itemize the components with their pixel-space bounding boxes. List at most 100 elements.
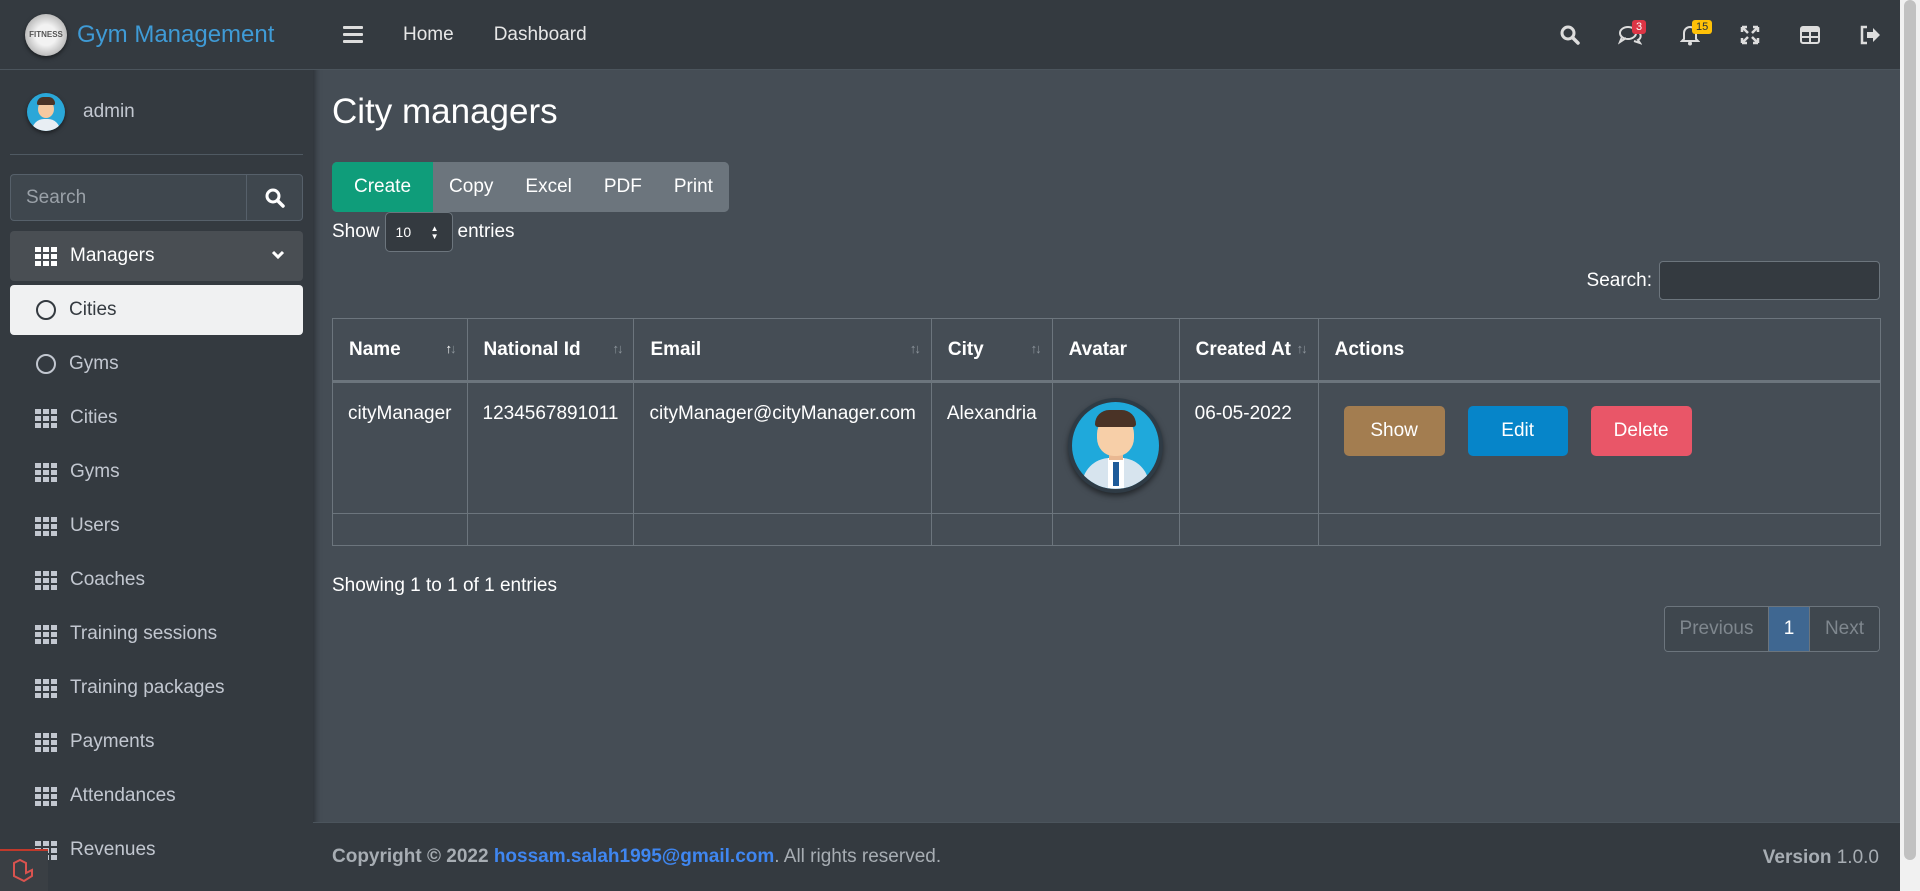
sidebar-item-revenues[interactable]: Revenues [10,825,303,875]
sort-icon: ↑↓ [612,341,623,356]
notifications-badge: 15 [1692,20,1713,34]
laravel-logo-icon [13,858,33,883]
page-scrollbar[interactable] [1900,0,1920,891]
create-button[interactable]: Create [332,162,434,212]
column-header-actions: Actions [1317,318,1882,383]
city-managers-table: Name ↑↓ National Id ↑↓ Email ↑↓ City ↑↓ Avat… [332,318,1882,546]
entries-select-value: 10 [395,224,412,240]
scrollbar-thumb[interactable] [1904,0,1916,860]
grid-icon [35,624,57,644]
sidebar-item-payments[interactable]: Payments [10,717,303,767]
sidebar-search-button[interactable] [246,174,303,221]
menu-toggle-icon[interactable] [343,26,363,43]
laravel-icon[interactable] [0,849,48,891]
comments-icon[interactable]: 3 [1600,0,1660,70]
cell-avatar [1051,381,1180,514]
circle-icon [36,354,56,374]
nav-link-dashboard[interactable]: Dashboard [494,24,587,46]
navbar-icons: 3 15 [1540,0,1900,70]
sidebar-item-label: Cities [70,407,118,428]
sidebar-item-label: Cities [69,299,117,320]
column-header-avatar: Avatar [1051,318,1180,383]
cell-actions: Show Edit Delete [1317,381,1882,514]
column-header-created-at[interactable]: Created At ↑↓ [1178,318,1319,383]
grid-icon [35,678,57,698]
sidebar-item-managers-gyms[interactable]: Gyms [10,339,303,389]
sidebar-search-input[interactable] [10,174,246,221]
sidebar-item-coaches[interactable]: Coaches [10,555,303,605]
edit-button[interactable]: Edit [1467,406,1568,456]
delete-button[interactable]: Delete [1590,406,1692,456]
sidebar-item-training-sessions[interactable]: Training sessions [10,609,303,659]
sidebar-search [10,174,303,221]
footer-version-label: Version [1762,847,1832,868]
user-panel[interactable]: admin [10,70,303,155]
sidebar-item-label: Coaches [70,569,145,590]
datatable-buttons: Create Copy Excel PDF Print [332,162,729,212]
sidebar-item-label: Training sessions [70,623,218,644]
cell-email: cityManager@cityManager.com [633,381,932,514]
table-info: Showing 1 to 1 of 1 entries [332,575,557,596]
sort-asc-icon: ↑↓ [445,341,457,356]
search-icon [265,188,285,208]
brand-title: Gym Management [77,20,275,48]
pdf-button[interactable]: PDF [587,162,658,212]
user-name[interactable]: admin [83,101,135,123]
column-header-city[interactable]: City ↑↓ [930,318,1053,383]
footer-email-link[interactable]: hossam.salah1995@gmail.com [494,846,774,868]
search-icon[interactable] [1540,0,1600,70]
sidebar-item-managers[interactable]: Managers [10,231,303,281]
print-button[interactable]: Print [657,162,729,212]
sort-icon: ↑↓ [1296,341,1308,356]
footer-copyright: Copyright © 2022 [332,846,489,867]
grid-icon [35,732,57,752]
excel-button[interactable]: Excel [509,162,588,212]
layout-icon[interactable] [1780,0,1840,70]
table-header-row: Name ↑↓ National Id ↑↓ Email ↑↓ City ↑↓ Avat… [332,318,1882,383]
entries-select[interactable]: 10 ▲ ▼ [384,212,453,252]
table-search-input[interactable] [1659,261,1880,300]
pagination-previous[interactable]: Previous [1665,607,1769,651]
sidebar-item-users[interactable]: Users [10,501,303,551]
table-row-empty [332,513,1882,546]
pagination-page-1[interactable]: 1 [1769,607,1809,651]
brand-link[interactable]: FITNESS Gym Management [0,0,313,70]
select-arrows-icon: ▲ ▼ [430,224,439,241]
sidebar-item-training-packages[interactable]: Training packages [10,663,303,713]
pagination: Previous 1 Next [1664,606,1880,652]
table-search-label: Search: [1586,269,1652,291]
cell-created-at: 06-05-2022 [1178,381,1319,514]
logout-icon[interactable] [1840,0,1900,70]
footer-version-number: 1.0.0 [1836,847,1879,868]
sidebar-item-managers-cities[interactable]: Cities [10,285,303,335]
chevron-down-icon [271,250,285,260]
column-header-email[interactable]: Email ↑↓ [633,318,932,383]
fullscreen-icon[interactable] [1720,0,1780,70]
entries-after-label: entries [457,221,515,242]
grid-icon [35,516,57,536]
column-header-name[interactable]: Name ↑↓ [332,318,468,383]
grid-icon [35,246,57,266]
copy-button[interactable]: Copy [433,162,510,212]
entries-show-label: Show [332,221,380,242]
show-button[interactable]: Show [1343,406,1445,456]
footer-version: Version 1.0.0 [1763,847,1879,869]
sidebar-item-gyms[interactable]: Gyms [10,447,303,497]
grid-icon [35,408,57,428]
column-header-national-id[interactable]: National Id ↑↓ [466,318,635,383]
bell-icon[interactable]: 15 [1660,0,1720,70]
footer-rights: . All rights reserved. [774,846,942,867]
cell-name: cityManager [332,381,468,514]
sidebar-item-label: Payments [70,731,155,752]
grid-icon [35,786,57,806]
brand-logo: FITNESS [25,13,67,56]
avatar [1067,398,1163,493]
sort-icon: ↑↓ [1030,341,1042,356]
sidebar-item-label: Managers [70,245,155,266]
top-navbar: Home Dashboard 3 15 [313,0,1900,70]
pagination-next[interactable]: Next [1809,607,1879,651]
page-title: City managers [332,92,558,131]
sidebar-item-attendances[interactable]: Attendances [10,771,303,821]
sidebar-item-cities[interactable]: Cities [10,393,303,443]
nav-link-home[interactable]: Home [403,24,454,46]
